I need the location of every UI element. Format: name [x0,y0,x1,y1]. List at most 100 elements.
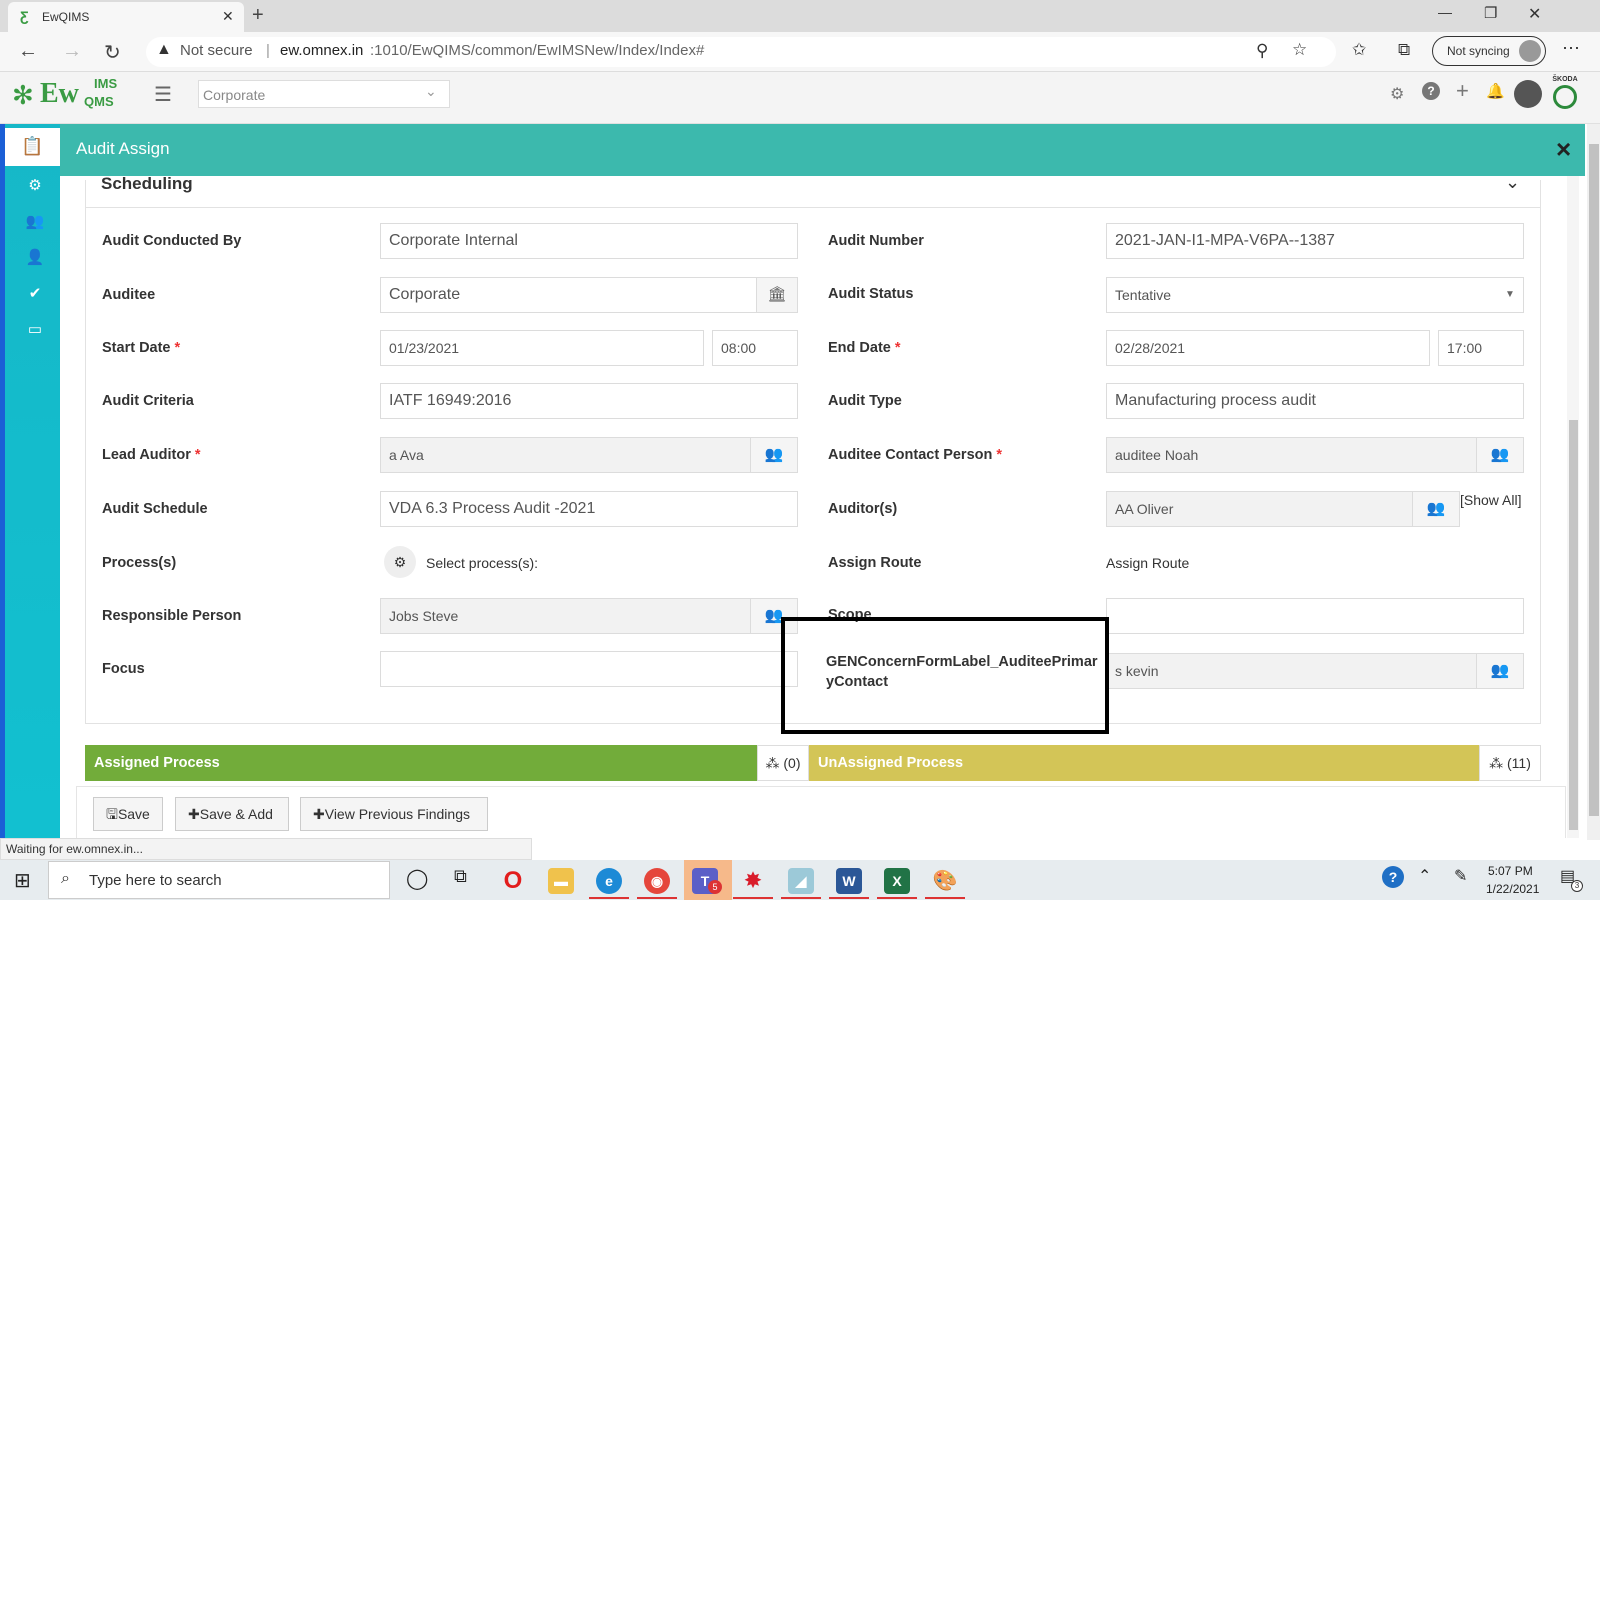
word-icon[interactable]: W [836,868,862,894]
window-close-button[interactable]: ✕ [1528,4,1541,24]
auditee-field[interactable]: Corporate [380,277,758,313]
tray-help-icon[interactable]: ? [1382,866,1404,888]
collapse-chevron-icon[interactable]: ⌄ [1505,172,1520,193]
sidebar-active-item[interactable]: 📋 [5,128,60,166]
unassigned-process-bar[interactable]: UnAssigned Process [809,745,1479,781]
audit-status-select[interactable]: Tentative ▼ [1106,277,1524,313]
sidebar-presentation-icon[interactable]: ▭ [25,320,45,340]
lead-auditor-users-icon[interactable]: 👥 [750,437,798,473]
building-icon[interactable]: 🏛 [756,277,798,313]
modal-title: Audit Assign [76,139,170,158]
auditee-primary-contact-field[interactable]: s kevin [1106,653,1478,689]
minimize-button[interactable]: — [1438,4,1452,20]
browser-tab-bar: Ƹ EwQIMS ✕ + — ❐ ✕ [0,0,1600,32]
auditee-contact-field[interactable]: auditee Noah [1106,437,1478,473]
tab-close-icon[interactable]: ✕ [222,8,234,25]
hamburger-menu-icon[interactable]: ☰ [154,82,172,107]
edge-icon[interactable]: e [596,868,622,894]
app-logo[interactable]: ✻ Ew IMS QMS [12,76,122,118]
reload-icon[interactable]: ↻ [104,40,121,65]
modal-scrollbar-thumb[interactable] [1569,420,1578,830]
back-arrow-icon[interactable]: ← [18,40,38,63]
focus-field[interactable] [380,651,798,687]
bell-icon[interactable]: 🔔 [1486,82,1505,100]
scope-field[interactable] [1106,598,1524,634]
page-scrollbar-thumb[interactable] [1589,144,1599,816]
favorites-icon[interactable]: ✩ [1352,40,1366,60]
logo-flower-icon: ✻ [12,80,34,110]
chrome-icon[interactable]: ◉ [644,868,670,894]
cortana-icon[interactable]: ◯ [406,866,428,891]
opera-icon[interactable]: O [500,868,526,894]
task-view-icon[interactable]: ⧉ [454,866,467,887]
collections-icon[interactable]: ⧉ [1398,40,1410,60]
key-icon[interactable]: ⚲ [1256,41,1268,61]
forward-arrow-icon[interactable]: → [62,40,82,63]
label-lead-auditor: Lead Auditor * [102,447,201,463]
label-end-date: End Date * [828,340,901,356]
responsible-person-field[interactable]: Jobs Steve [380,598,752,634]
sidebar-user-settings-icon[interactable]: 👤 [25,248,45,268]
show-all-link[interactable]: [Show All] [1460,492,1521,508]
audit-number-field[interactable]: 2021-JAN-I1-MPA-V6PA--1387 [1106,223,1524,259]
scheduling-section-header[interactable]: Scheduling ⌄ [85,172,1541,208]
paint-icon[interactable]: 🎨 [932,868,958,894]
auditee-contact-users-icon[interactable]: 👥 [1476,437,1524,473]
end-date-field[interactable]: 02/28/2021 [1106,330,1430,366]
lead-auditor-field[interactable]: a Ava [380,437,752,473]
assigned-count-badge[interactable]: ⁂ (0) [757,745,809,781]
save-button[interactable]: 🖫Save [93,797,163,831]
star-icon[interactable]: ☆ [1292,40,1307,60]
app-star-icon[interactable]: ✸ [740,868,766,894]
label-audit-schedule: Audit Schedule [102,501,208,517]
cubes-icon: ⁂ [1489,755,1504,771]
label-auditee-contact: Auditee Contact Person * [828,447,1002,463]
auditee-primary-contact-users-icon[interactable]: 👥 [1476,653,1524,689]
file-explorer-icon[interactable]: ▬ [548,868,574,894]
taskbar-search[interactable]: ⌕ Type here to search [48,861,390,899]
help-icon[interactable]: ? [1422,82,1440,100]
search-placeholder: Type here to search [89,872,222,889]
unassigned-count-badge[interactable]: ⁂ (11) [1479,745,1541,781]
audit-type-field[interactable]: Manufacturing process audit [1106,383,1524,419]
corporate-select[interactable]: Corporate ⌄ [198,80,450,108]
sidebar-group-icon[interactable]: 👥 [25,212,45,232]
sidebar-user-check-icon[interactable]: ✔ [25,284,45,304]
end-time-field[interactable]: 17:00 [1438,330,1524,366]
auditors-users-icon[interactable]: 👥 [1412,491,1460,527]
start-date-field[interactable]: 01/23/2021 [380,330,704,366]
sidebar-gear-icon[interactable]: ⚙ [25,176,45,196]
windows-start-icon[interactable]: ⊞ [14,868,31,893]
audit-conducted-by-field[interactable]: Corporate Internal [380,223,798,259]
security-label: Not secure [180,42,253,59]
assigned-process-bar[interactable]: Assigned Process [85,745,757,781]
restore-button[interactable]: ❐ [1484,4,1497,22]
user-avatar[interactable] [1514,80,1542,108]
excel-icon[interactable]: X [884,868,910,894]
url-field[interactable]: ▲ Not secure | ew.omnex.in :1010/EwQIMS/… [146,37,1336,67]
modal-close-button[interactable]: × [1556,134,1571,165]
select-processes-link[interactable]: Select process(s): [426,555,538,571]
add-icon[interactable]: + [1456,78,1469,104]
teams-badge: 5 [708,880,722,894]
label-start-date: Start Date * [102,340,180,356]
tray-chevron-up-icon[interactable]: ⌃ [1418,866,1431,886]
logo-ims: IMS [94,76,118,91]
browser-tab[interactable]: Ƹ EwQIMS ✕ [8,2,244,32]
sketch-app-icon[interactable]: ◢ [788,868,814,894]
sync-button[interactable]: Not syncing [1432,36,1546,66]
save-add-button[interactable]: ✚Save & Add [175,797,289,831]
end-date-label-text: End Date [828,340,891,356]
tray-pen-icon[interactable]: ✎ [1454,866,1467,886]
settings-gear-icon[interactable]: ⚙ [1390,84,1404,104]
audit-criteria-field[interactable]: IATF 16949:2016 [380,383,798,419]
new-tab-button[interactable]: + [252,4,264,27]
auditors-field[interactable]: AA Oliver [1106,491,1414,527]
assign-route-link[interactable]: Assign Route [1106,555,1189,571]
audit-schedule-field[interactable]: VDA 6.3 Process Audit -2021 [380,491,798,527]
more-menu-icon[interactable]: ⋯ [1562,38,1580,59]
required-marker: * [194,447,201,463]
view-previous-findings-button[interactable]: ✚View Previous Findings [300,797,488,831]
process-gears-icon[interactable]: ⚙ [384,546,416,578]
start-time-field[interactable]: 08:00 [712,330,798,366]
